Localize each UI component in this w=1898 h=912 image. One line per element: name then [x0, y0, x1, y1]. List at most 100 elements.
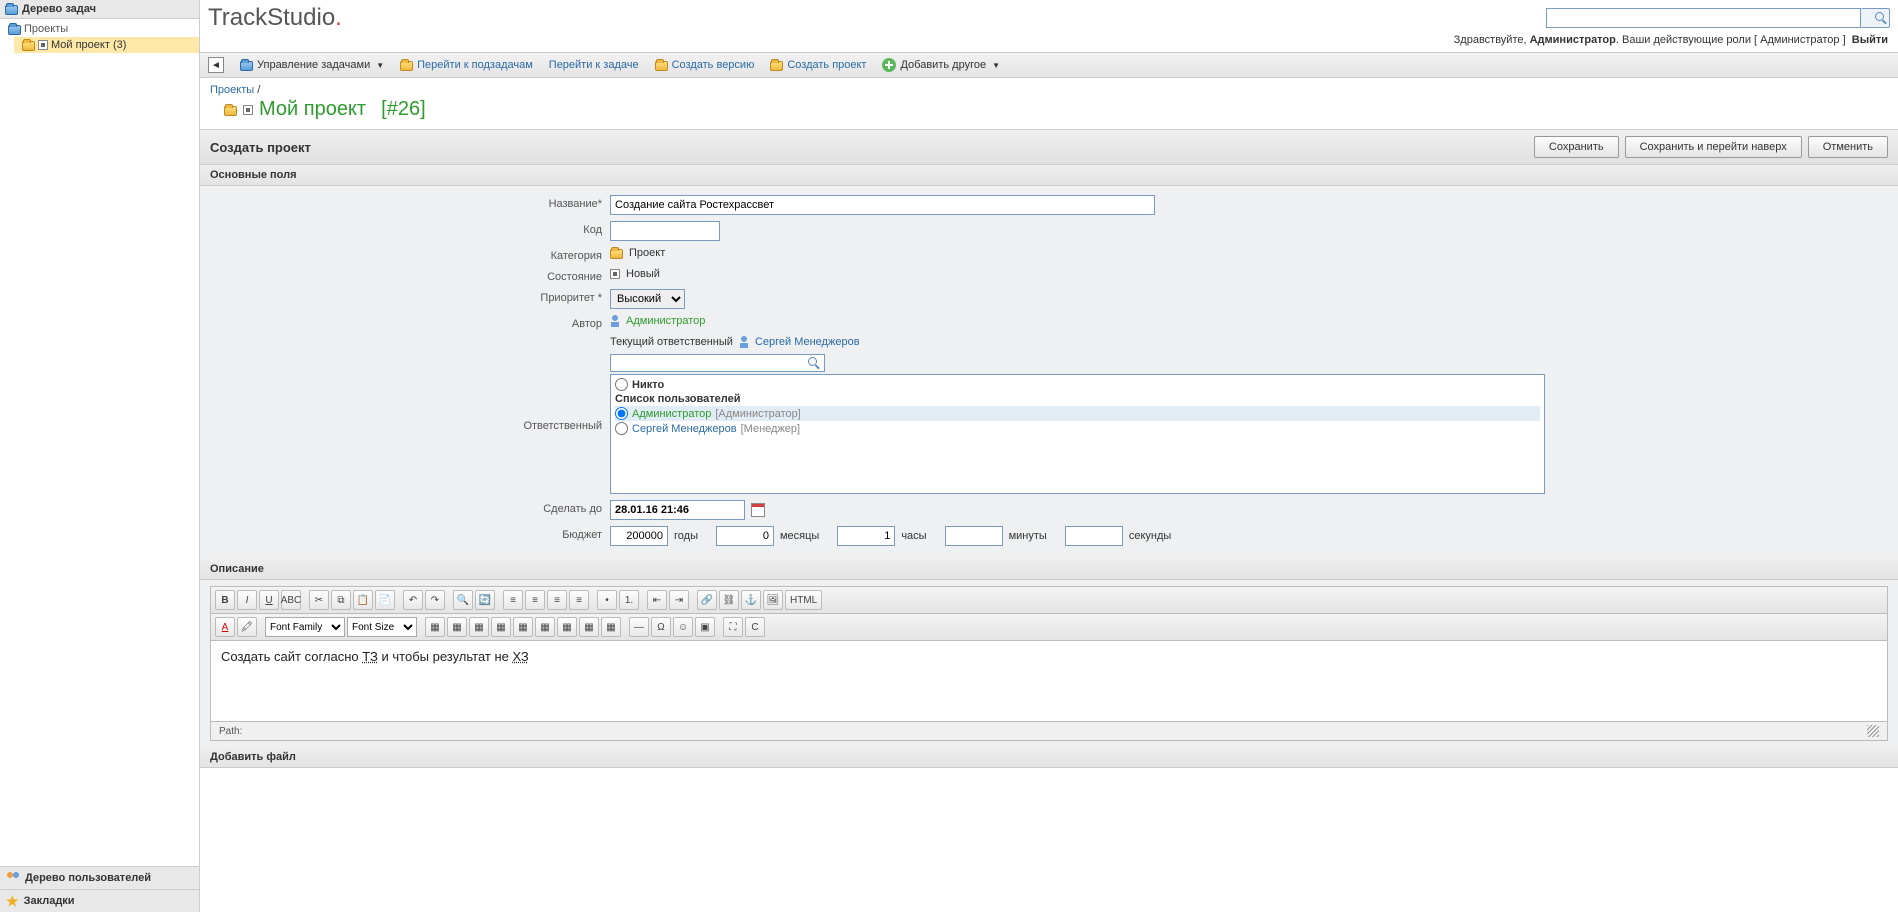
calendar-icon[interactable]	[751, 503, 765, 517]
resp-name[interactable]: Сергей Менеджеров	[632, 423, 737, 435]
col-before-button[interactable]: ▦	[513, 617, 533, 637]
redo-button[interactable]: ↷	[425, 590, 445, 610]
indent-button[interactable]: ⇥	[669, 590, 689, 610]
italic-button[interactable]: I	[237, 590, 257, 610]
sidebar-bookmarks[interactable]: ★ Закладки	[0, 889, 199, 912]
media-button[interactable]: ▣	[695, 617, 715, 637]
label-state: Состояние	[210, 268, 610, 283]
resp-name[interactable]: Администратор	[632, 408, 711, 420]
deadline-field[interactable]	[610, 500, 745, 520]
undo-button[interactable]: ↶	[403, 590, 423, 610]
budget-minutes[interactable]	[945, 526, 1003, 546]
image-button[interactable]: 🖼	[763, 590, 783, 610]
split-button[interactable]: ▦	[601, 617, 621, 637]
row-after-button[interactable]: ▦	[469, 617, 489, 637]
symbol-button[interactable]: Ω	[651, 617, 671, 637]
resp-radio[interactable]	[615, 407, 628, 420]
paste-button[interactable]: 📋	[353, 590, 373, 610]
find-button[interactable]: 🔍	[453, 590, 473, 610]
label-responsible: Ответственный	[210, 417, 610, 432]
toolbar-other[interactable]: Добавить другое▼	[882, 58, 1000, 72]
tree-child[interactable]: Мой проект (3)	[14, 37, 199, 53]
code-button[interactable]: C	[745, 617, 765, 637]
hr-button[interactable]: —	[629, 617, 649, 637]
merge-button[interactable]: ▦	[579, 617, 599, 637]
toolbar-gotask[interactable]: Перейти к задаче	[549, 59, 639, 71]
underline-button[interactable]: U	[259, 590, 279, 610]
align-right-button[interactable]: ≡	[547, 590, 567, 610]
unit-seconds: секунды	[1129, 530, 1171, 542]
font-family-select[interactable]: Font Family	[265, 617, 345, 637]
del-col-button[interactable]: ▦	[557, 617, 577, 637]
toolbar-manage[interactable]: Управление задачами▼	[240, 59, 384, 71]
label-author: Автор	[210, 315, 610, 330]
greeting-text: Здравствуйте,	[1454, 34, 1527, 46]
resp-item[interactable]: Сергей Менеджеров [Менеджер]	[615, 421, 1540, 436]
search-button[interactable]	[1861, 8, 1890, 28]
priority-select[interactable]: ВысокийОбычныйНизкий	[610, 289, 685, 309]
bold-button[interactable]: B	[215, 590, 235, 610]
align-center-button[interactable]: ≡	[525, 590, 545, 610]
resize-handle[interactable]	[1867, 725, 1879, 737]
font-size-select[interactable]: Font Size	[347, 617, 417, 637]
resp-nobody[interactable]: Никто	[615, 377, 1540, 392]
outdent-button[interactable]: ⇤	[647, 590, 667, 610]
row-before-button[interactable]: ▦	[447, 617, 467, 637]
resp-item[interactable]: Администратор [Администратор]	[615, 406, 1540, 421]
save-button[interactable]: Сохранить	[1534, 136, 1619, 158]
editor-content[interactable]: Создать сайт согласно ТЗ и чтобы результ…	[211, 641, 1887, 721]
code-field[interactable]	[610, 221, 720, 241]
del-row-button[interactable]: ▦	[491, 617, 511, 637]
copy-button[interactable]: ⧉	[331, 590, 351, 610]
state-value: Новый	[626, 268, 660, 280]
list-ol-button[interactable]: 1.	[619, 590, 639, 610]
resp-filter[interactable]	[610, 354, 825, 372]
author-link[interactable]: Администратор	[626, 315, 705, 327]
unlink-button[interactable]: ⛓	[719, 590, 739, 610]
toolbar-subtasks[interactable]: Перейти к подзадачам	[400, 59, 533, 71]
save-up-button[interactable]: Сохранить и перейти наверх	[1625, 136, 1802, 158]
name-field[interactable]	[610, 195, 1155, 215]
bgcolor-button[interactable]: 🖍	[237, 617, 257, 637]
unit-minutes: минуты	[1009, 530, 1047, 542]
list-ul-button[interactable]: •	[597, 590, 617, 610]
sidebar-bottom: Дерево пользователей ★ Закладки	[0, 866, 199, 912]
link-button[interactable]: 🔗	[697, 590, 717, 610]
table-button[interactable]: ▦	[425, 617, 445, 637]
main-toolbar: ◄ Управление задачами▼ Перейти к подзада…	[200, 52, 1898, 78]
budget-seconds[interactable]	[1065, 526, 1123, 546]
budget-months[interactable]	[716, 526, 774, 546]
cur-resp-link[interactable]: Сергей Менеджеров	[755, 336, 860, 348]
folder-icon	[770, 61, 783, 71]
toolbar-version[interactable]: Создать версию	[655, 59, 755, 71]
logout-link[interactable]: Выйти	[1852, 34, 1888, 46]
anchor-button[interactable]: ⚓	[741, 590, 761, 610]
resp-radio-nobody[interactable]	[615, 378, 628, 391]
toolbar-back[interactable]: ◄	[208, 57, 224, 73]
strike-button[interactable]: ABC	[281, 590, 301, 610]
align-justify-button[interactable]: ≡	[569, 590, 589, 610]
label-category: Категория	[210, 247, 610, 262]
resp-radio[interactable]	[615, 422, 628, 435]
sidebar-users[interactable]: Дерево пользователей	[0, 866, 199, 889]
replace-button[interactable]: 🔄	[475, 590, 495, 610]
textcolor-button[interactable]: A	[215, 617, 235, 637]
paste-text-button[interactable]: 📄	[375, 590, 395, 610]
user-icon	[610, 315, 620, 327]
tree-root[interactable]: Проекты	[0, 21, 199, 37]
emoticon-button[interactable]: ☺	[673, 617, 693, 637]
cut-button[interactable]: ✂	[309, 590, 329, 610]
align-left-button[interactable]: ≡	[503, 590, 523, 610]
html-button[interactable]: HTML	[785, 590, 822, 610]
search-input[interactable]	[1546, 8, 1861, 28]
toolbar-project[interactable]: Создать проект	[770, 59, 866, 71]
label-budget: Бюджет	[210, 526, 610, 541]
col-after-button[interactable]: ▦	[535, 617, 555, 637]
crumb-root[interactable]: Проекты	[210, 84, 254, 96]
fullscreen-button[interactable]: ⛶	[723, 617, 743, 637]
section-main-fields: Основные поля	[200, 165, 1898, 186]
cancel-button[interactable]: Отменить	[1808, 136, 1888, 158]
budget-years[interactable]	[610, 526, 668, 546]
unit-months: месяцы	[780, 530, 819, 542]
budget-hours[interactable]	[837, 526, 895, 546]
